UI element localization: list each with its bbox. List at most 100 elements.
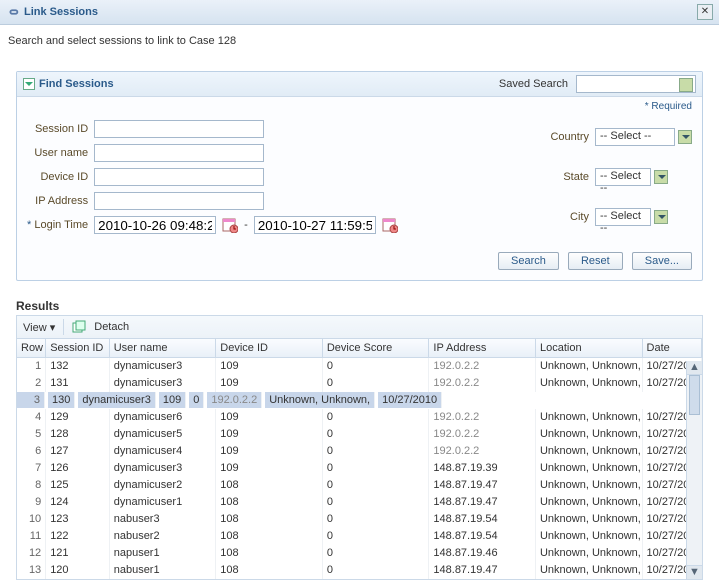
cell-device-score: 0 bbox=[322, 358, 429, 375]
col-header-row[interactable]: Row bbox=[17, 339, 46, 358]
cell-session-id: 126 bbox=[46, 460, 110, 477]
cell-device-score: 0 bbox=[322, 562, 429, 579]
table-row[interactable]: 11122nabuser21080148.87.19.54Unknown, Un… bbox=[17, 528, 702, 545]
cell-ip-address: 192.0.2.2 bbox=[429, 443, 536, 460]
cell-row: 9 bbox=[17, 494, 46, 511]
calendar-from-icon[interactable] bbox=[222, 217, 238, 233]
cell-location: Unknown, Unknown, bbox=[535, 358, 642, 375]
table-row[interactable]: 10123nabuser31080148.87.19.54Unknown, Un… bbox=[17, 511, 702, 528]
col-header-session-id[interactable]: Session ID bbox=[46, 339, 110, 358]
cell-user-name: dynamicuser3 bbox=[109, 375, 216, 392]
cell-ip-address: 148.87.19.47 bbox=[429, 477, 536, 494]
cell-user-name: dynamicuser1 bbox=[109, 494, 216, 511]
cell-location: Unknown, Unknown, bbox=[535, 409, 642, 426]
cell-ip-address: 148.87.19.47 bbox=[429, 562, 536, 579]
cell-ip-address: 192.0.2.2 bbox=[429, 426, 536, 443]
state-select[interactable]: -- Select -- bbox=[595, 168, 651, 186]
cell-device-id: 108 bbox=[216, 528, 323, 545]
cell-device-score: 0 bbox=[322, 460, 429, 477]
cell-location: Unknown, Unknown, bbox=[535, 426, 642, 443]
cell-device-id: 109 bbox=[216, 358, 323, 375]
cell-device-id: 109 bbox=[216, 460, 323, 477]
cell-user-name: dynamicuser3 bbox=[109, 358, 216, 375]
device-id-input[interactable] bbox=[94, 168, 264, 186]
cell-device-id: 109 bbox=[216, 409, 323, 426]
saved-search-select[interactable] bbox=[576, 75, 696, 93]
table-row[interactable]: 8125dynamicuser21080148.87.19.47Unknown,… bbox=[17, 477, 702, 494]
save-button[interactable]: Save... bbox=[632, 252, 692, 270]
panel-header: Find Sessions Saved Search bbox=[17, 72, 702, 97]
detach-button[interactable]: Detach bbox=[94, 321, 129, 333]
chevron-down-icon[interactable] bbox=[654, 170, 668, 184]
cell-session-id: 127 bbox=[46, 443, 110, 460]
city-select[interactable]: -- Select -- bbox=[595, 208, 651, 226]
cell-session-id: 130 bbox=[48, 392, 75, 408]
cell-device-score: 0 bbox=[322, 477, 429, 494]
cell-device-id: 108 bbox=[216, 477, 323, 494]
user-name-input[interactable] bbox=[94, 144, 264, 162]
login-time-to-input[interactable] bbox=[254, 216, 376, 234]
cell-device-score: 0 bbox=[189, 392, 204, 408]
col-header-ip-address[interactable]: IP Address bbox=[429, 339, 536, 358]
login-time-from-input[interactable] bbox=[94, 216, 216, 234]
cell-user-name: dynamicuser6 bbox=[109, 409, 216, 426]
cell-user-name: dynamicuser2 bbox=[109, 477, 216, 494]
view-menu[interactable]: View ▾ bbox=[23, 321, 55, 334]
session-id-input[interactable] bbox=[94, 120, 264, 138]
saved-search-label: Saved Search bbox=[499, 78, 568, 90]
scroll-up-icon[interactable]: ▲ bbox=[687, 361, 702, 375]
cell-row: 4 bbox=[17, 409, 46, 426]
cell-device-id: 109 bbox=[216, 426, 323, 443]
user-name-label: User name bbox=[27, 147, 88, 159]
device-id-label: Device ID bbox=[27, 171, 88, 183]
cell-device-score: 0 bbox=[322, 528, 429, 545]
collapse-toggle-icon[interactable] bbox=[23, 78, 35, 90]
table-row[interactable]: 9124dynamicuser11080148.87.19.47Unknown,… bbox=[17, 494, 702, 511]
chevron-down-icon[interactable] bbox=[678, 130, 692, 144]
col-header-location[interactable]: Location bbox=[535, 339, 642, 358]
cell-device-score: 0 bbox=[322, 511, 429, 528]
ip-address-label: IP Address bbox=[27, 195, 88, 207]
cell-location: Unknown, Unknown, bbox=[535, 545, 642, 562]
cell-device-id: 109 bbox=[216, 375, 323, 392]
close-button[interactable]: ✕ bbox=[697, 4, 713, 20]
ip-address-input[interactable] bbox=[94, 192, 264, 210]
table-row[interactable]: 4129dynamicuser61090192.0.2.2Unknown, Un… bbox=[17, 409, 702, 426]
chevron-down-icon[interactable] bbox=[654, 210, 668, 224]
cell-session-id: 128 bbox=[46, 426, 110, 443]
cell-location: Unknown, Unknown, bbox=[535, 443, 642, 460]
cell-session-id: 123 bbox=[46, 511, 110, 528]
cell-row: 6 bbox=[17, 443, 46, 460]
cell-device-id: 109 bbox=[216, 443, 323, 460]
table-row[interactable]: 3130dynamicuser31090192.0.2.2Unknown, Un… bbox=[17, 392, 442, 409]
cell-ip-address: 148.87.19.54 bbox=[429, 511, 536, 528]
cell-device-id: 108 bbox=[216, 511, 323, 528]
col-header-device-id[interactable]: Device ID bbox=[216, 339, 323, 358]
cell-session-id: 122 bbox=[46, 528, 110, 545]
table-row[interactable]: 1132dynamicuser31090192.0.2.2Unknown, Un… bbox=[17, 358, 702, 375]
vertical-scrollbar[interactable]: ▲ ▼ bbox=[686, 361, 702, 579]
panel-title: Find Sessions bbox=[39, 78, 114, 90]
cell-row: 2 bbox=[17, 375, 46, 392]
detach-icon[interactable] bbox=[72, 320, 86, 334]
scroll-thumb[interactable] bbox=[689, 375, 700, 415]
cell-row: 7 bbox=[17, 460, 46, 477]
table-row[interactable]: 13120nabuser11080148.87.19.47Unknown, Un… bbox=[17, 562, 702, 579]
cell-session-id: 120 bbox=[46, 562, 110, 579]
cell-row: 10 bbox=[17, 511, 46, 528]
table-row[interactable]: 7126dynamicuser31090148.87.19.39Unknown,… bbox=[17, 460, 702, 477]
col-header-device-score[interactable]: Device Score bbox=[322, 339, 429, 358]
cell-location: Unknown, Unknown, bbox=[535, 511, 642, 528]
col-header-date[interactable]: Date bbox=[642, 339, 701, 358]
cell-row: 1 bbox=[17, 358, 46, 375]
table-row[interactable]: 6127dynamicuser41090192.0.2.2Unknown, Un… bbox=[17, 443, 702, 460]
table-row[interactable]: 5128dynamicuser51090192.0.2.2Unknown, Un… bbox=[17, 426, 702, 443]
country-select[interactable]: -- Select -- bbox=[595, 128, 675, 146]
col-header-user-name[interactable]: User name bbox=[109, 339, 216, 358]
calendar-to-icon[interactable] bbox=[382, 217, 398, 233]
search-button[interactable]: Search bbox=[498, 252, 559, 270]
reset-button[interactable]: Reset bbox=[568, 252, 623, 270]
table-row[interactable]: 12121napuser11080148.87.19.46Unknown, Un… bbox=[17, 545, 702, 562]
table-row[interactable]: 2131dynamicuser31090192.0.2.2Unknown, Un… bbox=[17, 375, 702, 392]
cell-row: 8 bbox=[17, 477, 46, 494]
